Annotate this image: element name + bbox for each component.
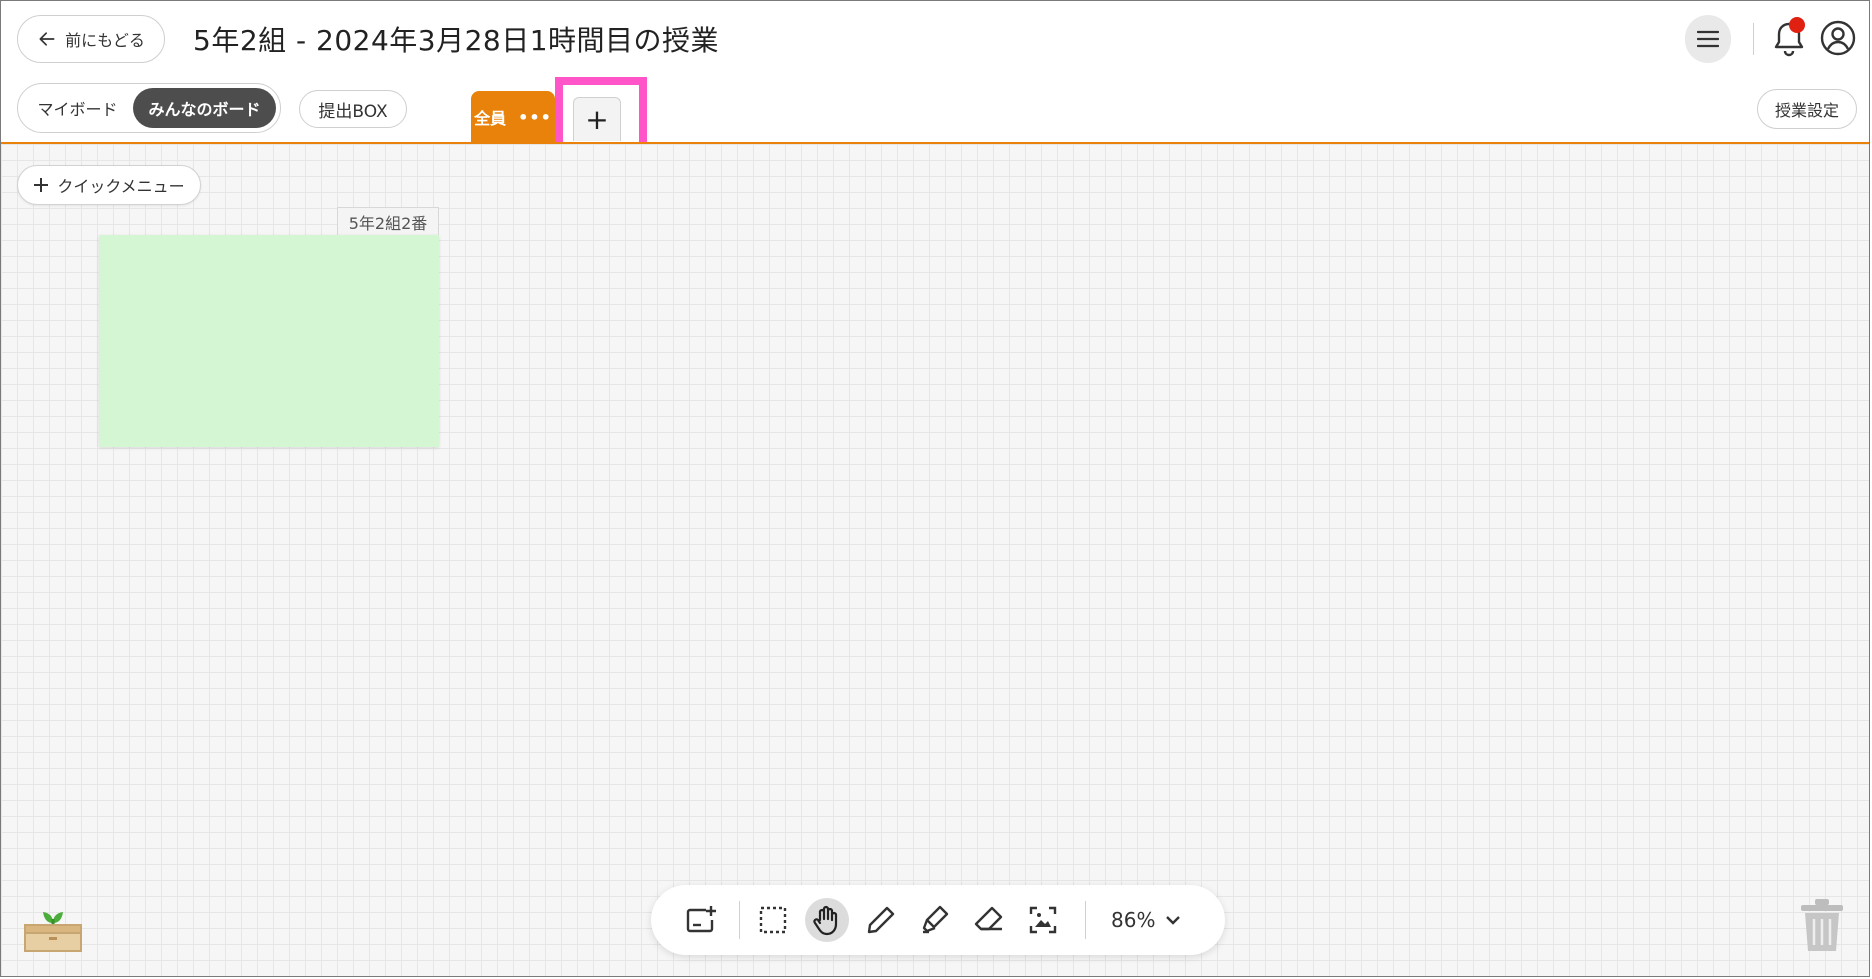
hand-tool[interactable] [805,898,849,942]
eraser-icon [974,906,1003,931]
student-card[interactable] [99,235,439,447]
toolbar-divider [739,901,740,939]
hand-icon [813,905,838,936]
zoom-control[interactable]: 86% [1111,905,1181,935]
select-tool[interactable] [751,898,795,942]
sprout-box-icon[interactable] [21,897,85,953]
more-options-icon[interactable]: ••• [518,108,552,127]
submit-box-button[interactable]: 提出BOX [299,90,407,128]
page-title: 5年2組 - 2024年3月28日1時間目の授業 [193,24,720,57]
lesson-settings-button[interactable]: 授業設定 [1757,89,1857,129]
user-account-icon[interactable] [1819,19,1857,57]
pen-tool[interactable] [859,898,903,942]
trash-icon[interactable] [1799,897,1845,953]
capture-tool[interactable] [1021,898,1065,942]
quick-menu-label: クイックメニュー [57,177,185,196]
arrow-left-icon [39,32,55,46]
add-card-icon [686,906,716,933]
app-window: 前にもどる 5年2組 - 2024年3月28日1時間目の授業 マイボード みんな… [0,0,1870,977]
board-switch: マイボード みんなのボード [17,83,281,133]
toolbar-divider [1085,901,1086,939]
menu-button[interactable] [1685,15,1731,63]
header-divider [1753,23,1754,55]
chevron-down-icon [1166,916,1181,925]
marker-tool[interactable] [913,898,957,942]
tab-everyone[interactable]: 全員 ••• [471,91,555,143]
pen-icon [867,906,895,934]
zoom-level: 86% [1111,908,1156,932]
marker-icon [922,905,949,934]
quick-menu-button[interactable]: クイックメニュー [17,165,201,205]
add-card-button[interactable] [679,898,723,942]
everyone-board-tab[interactable]: みんなのボード [133,88,276,128]
hamburger-icon [1697,30,1719,48]
plus-icon [34,178,49,192]
back-button[interactable]: 前にもどる [17,15,165,63]
my-board-tab[interactable]: マイボード [22,88,133,128]
eraser-tool[interactable] [967,898,1011,942]
select-icon [759,906,787,934]
bottom-toolbar: 86% [651,885,1225,955]
back-label: 前にもどる [65,31,145,50]
card-owner-label: 5年2組2番 [337,207,439,235]
notification-badge [1789,17,1805,33]
capture-icon [1029,906,1057,934]
tab-everyone-label: 全員 [474,109,507,128]
